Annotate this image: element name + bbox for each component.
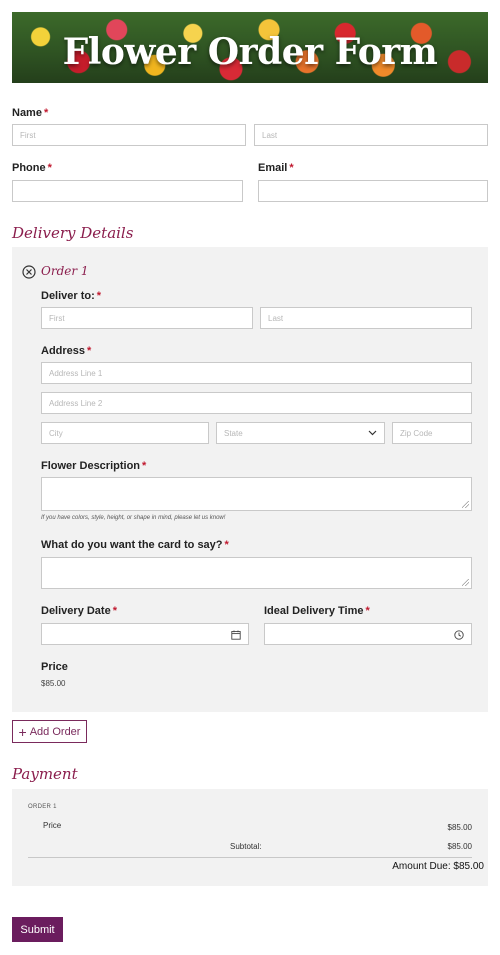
state-select[interactable]: State xyxy=(216,422,385,444)
placeholder: First xyxy=(20,130,36,140)
name-first-input[interactable]: First xyxy=(12,124,246,146)
plus-icon: + xyxy=(18,723,27,740)
phone-input[interactable] xyxy=(12,180,243,202)
address-line1-input[interactable]: Address Line 1 xyxy=(41,362,472,384)
card-message-textarea[interactable] xyxy=(41,557,472,589)
email-input[interactable] xyxy=(258,180,488,202)
flower-help-text: If you have colors, style, height, or sh… xyxy=(41,515,226,521)
delivery-section-title: Delivery Details xyxy=(12,224,134,242)
email-label-text: Email xyxy=(258,162,288,174)
subtotal-label: Subtotal: xyxy=(230,842,262,851)
chevron-down-icon xyxy=(368,430,377,436)
placeholder: Address Line 2 xyxy=(49,398,103,408)
placeholder: Last xyxy=(268,313,284,323)
date-label-text: Delivery Date xyxy=(41,605,111,617)
required-mark: * xyxy=(96,290,102,302)
placeholder: Last xyxy=(262,130,278,140)
required-mark: * xyxy=(87,345,92,357)
add-order-label: Add Order xyxy=(29,725,81,738)
placeholder: Zip Code xyxy=(400,428,433,438)
required-mark: * xyxy=(365,605,370,617)
address-label: Address * xyxy=(41,345,91,357)
price-value: $85.00 xyxy=(41,679,66,688)
delivery-date-input[interactable] xyxy=(41,623,249,645)
delivery-time-label: Ideal Delivery Time * xyxy=(264,605,370,617)
email-label: Email * xyxy=(258,162,294,174)
name-label-text: Name xyxy=(12,107,42,119)
delivery-time-input[interactable] xyxy=(264,623,472,645)
phone-label-text: Phone xyxy=(12,162,46,174)
price-label: Price xyxy=(41,661,68,673)
zip-input[interactable]: Zip Code xyxy=(392,422,472,444)
flower-description-textarea[interactable] xyxy=(41,477,472,511)
add-order-button[interactable]: + Add Order xyxy=(12,720,87,743)
address-line2-input[interactable]: Address Line 2 xyxy=(41,392,472,414)
required-mark: * xyxy=(43,107,49,119)
address-label-text: Address xyxy=(41,345,86,357)
remove-order-icon[interactable] xyxy=(22,265,36,279)
name-last-input[interactable]: Last xyxy=(254,124,488,146)
deliver-last-input[interactable]: Last xyxy=(260,307,472,329)
state-value: State xyxy=(224,428,243,438)
placeholder: Address Line 1 xyxy=(49,368,103,378)
time-label-text: Ideal Delivery Time xyxy=(264,605,364,617)
placeholder: City xyxy=(49,428,63,438)
summary-price-label: Price xyxy=(43,821,62,830)
flower-label-text: Flower Description xyxy=(41,460,141,472)
required-mark: * xyxy=(47,162,52,174)
clock-icon[interactable] xyxy=(454,630,464,640)
required-mark: * xyxy=(224,539,229,551)
summary-divider xyxy=(28,857,472,858)
header-banner: Flower Order Form xyxy=(12,12,488,83)
order-title: Order 1 xyxy=(41,264,89,278)
required-mark: * xyxy=(142,460,147,472)
name-label: Name * xyxy=(12,107,48,119)
required-mark: * xyxy=(289,162,294,174)
order-summary-heading: ORDER 1 xyxy=(28,804,57,810)
card-message-label: What do you want the card to say? * xyxy=(41,539,229,551)
amount-due: Amount Due: $85.00 xyxy=(392,861,484,872)
city-input[interactable]: City xyxy=(41,422,209,444)
placeholder: First xyxy=(49,313,65,323)
page-title: Flower Order Form xyxy=(62,31,438,73)
delivery-date-label: Delivery Date * xyxy=(41,605,117,617)
payment-section-title: Payment xyxy=(12,765,78,783)
subtotal-value: $85.00 xyxy=(447,842,472,851)
resize-handle-icon[interactable] xyxy=(462,579,469,586)
summary-price-value: $85.00 xyxy=(447,823,472,832)
deliver-to-label-text: Deliver to: xyxy=(41,290,95,302)
deliver-first-input[interactable]: First xyxy=(41,307,253,329)
flower-description-label: Flower Description * xyxy=(41,460,146,472)
phone-label: Phone * xyxy=(12,162,52,174)
required-mark: * xyxy=(112,605,117,617)
card-label-text: What do you want the card to say? xyxy=(41,539,223,551)
submit-button[interactable]: Submit xyxy=(12,917,63,942)
resize-handle-icon[interactable] xyxy=(462,501,469,508)
calendar-icon[interactable] xyxy=(231,630,241,640)
deliver-to-label: Deliver to: * xyxy=(41,290,101,302)
